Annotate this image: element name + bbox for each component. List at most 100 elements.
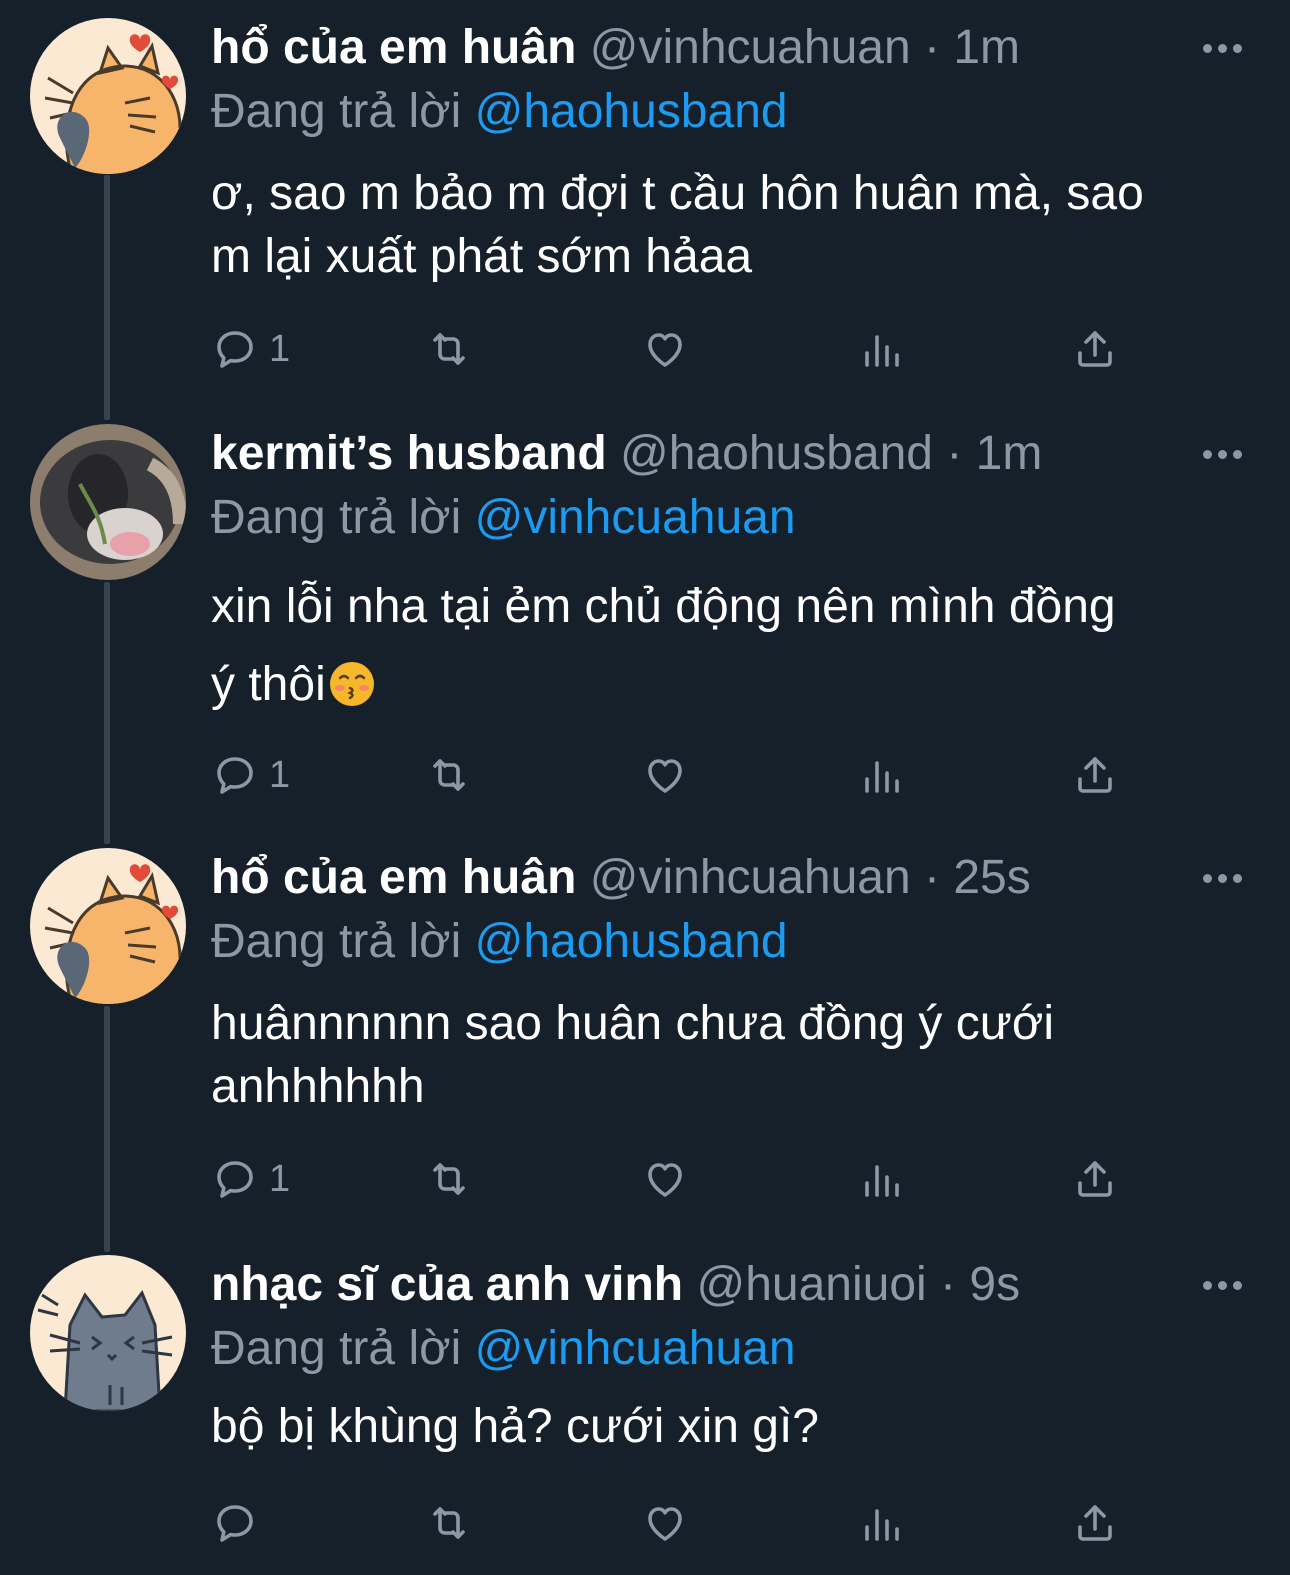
- timestamp[interactable]: 1m: [976, 427, 1043, 480]
- timestamp[interactable]: 9s: [969, 1258, 1020, 1311]
- tweet[interactable]: kermit’s husband @haohusband · 1m Đang t…: [0, 424, 1290, 814]
- tiger-cat-avatar-icon: [30, 848, 186, 1004]
- views-button[interactable]: [857, 1498, 905, 1548]
- action-bar: [211, 1498, 1131, 1548]
- reply-button[interactable]: [211, 1498, 269, 1548]
- reply-icon: [211, 325, 259, 373]
- reply-icon: [211, 751, 259, 799]
- tweet[interactable]: hổ của em huân @vinhcuahuan · 25s Đang t…: [0, 848, 1290, 1228]
- like-icon: [641, 325, 689, 373]
- reply-count: 1: [269, 327, 291, 370]
- display-name[interactable]: hổ của em huân: [211, 21, 576, 74]
- reply-icon: [211, 1155, 259, 1203]
- user-handle[interactable]: @vinhcuahuan: [590, 21, 911, 74]
- blurry-cat-photo-avatar-icon: [30, 424, 186, 580]
- tweet-text-line: huânnnnnn sao huân chưa đồng ý cưới: [211, 997, 1055, 1050]
- replying-to: Đang trả lời @vinhcuahuan: [211, 488, 796, 548]
- retweet-button[interactable]: [425, 324, 473, 374]
- replying-to-label: Đang trả lời: [211, 85, 462, 138]
- views-icon: [857, 751, 905, 799]
- like-button[interactable]: [641, 1154, 689, 1204]
- display-name[interactable]: nhạc sĩ của anh vinh: [211, 1258, 683, 1311]
- avatar[interactable]: [30, 1255, 186, 1411]
- retweet-icon: [425, 1155, 473, 1203]
- share-button[interactable]: [1071, 1154, 1119, 1204]
- like-button[interactable]: [641, 750, 689, 800]
- separator-dot: ·: [924, 851, 941, 904]
- share-icon: [1071, 325, 1119, 373]
- separator-dot: ·: [924, 21, 941, 74]
- replying-to-label: Đang trả lời: [211, 491, 462, 544]
- share-button[interactable]: [1071, 324, 1119, 374]
- more-icon[interactable]: [1202, 866, 1242, 890]
- more-icon[interactable]: [1202, 1273, 1242, 1297]
- replying-to: Đang trả lời @vinhcuahuan: [211, 1319, 796, 1379]
- more-icon[interactable]: [1202, 36, 1242, 60]
- mention-link[interactable]: @haohusband: [475, 915, 788, 968]
- user-handle[interactable]: @huaniuoi: [696, 1258, 926, 1311]
- tweet-text: huânnnnnn sao huân chưa đồng ý cưới anhh…: [211, 992, 1251, 1118]
- tweet-header: nhạc sĩ của anh vinh @huaniuoi · 9s: [211, 1255, 1020, 1315]
- display-name[interactable]: kermit’s husband: [211, 427, 607, 480]
- reply-count: 1: [269, 1157, 291, 1200]
- retweet-icon: [425, 325, 473, 373]
- retweet-button[interactable]: [425, 1498, 473, 1548]
- mention-link[interactable]: @vinhcuahuan: [475, 491, 796, 544]
- kissing-face-emoji-icon: [329, 662, 374, 706]
- replying-to-label: Đang trả lời: [211, 1322, 462, 1375]
- share-icon: [1071, 751, 1119, 799]
- share-icon: [1071, 1499, 1119, 1547]
- replying-to: Đang trả lời @haohusband: [211, 912, 788, 972]
- views-icon: [857, 1155, 905, 1203]
- like-icon: [641, 751, 689, 799]
- avatar[interactable]: [30, 424, 186, 580]
- tweet[interactable]: hổ của em huân @vinhcuahuan · 1m Đang tr…: [0, 18, 1290, 398]
- tweet[interactable]: nhạc sĩ của anh vinh @huaniuoi · 9s Đang…: [0, 1255, 1290, 1565]
- mention-link[interactable]: @vinhcuahuan: [475, 1322, 796, 1375]
- reply-button[interactable]: 1: [211, 1154, 290, 1204]
- more-icon[interactable]: [1202, 442, 1242, 466]
- views-button[interactable]: [857, 750, 905, 800]
- tweet-text-line: ơ, sao m bảo m đợi t cầu hôn huân mà, sa…: [211, 167, 1144, 220]
- views-icon: [857, 1499, 905, 1547]
- tweet-text: xin lỗi nha tại ẻm chủ động nên mình đồn…: [211, 568, 1251, 724]
- action-bar: 1: [211, 1154, 1131, 1204]
- retweet-icon: [425, 751, 473, 799]
- display-name[interactable]: hổ của em huân: [211, 851, 576, 904]
- like-icon: [641, 1499, 689, 1547]
- share-icon: [1071, 1155, 1119, 1203]
- views-button[interactable]: [857, 1154, 905, 1204]
- timestamp[interactable]: 1m: [953, 21, 1020, 74]
- views-button[interactable]: [857, 324, 905, 374]
- user-handle[interactable]: @haohusband: [620, 427, 933, 480]
- tweet-text-line: ý thôi: [211, 658, 326, 711]
- gray-cat-avatar-icon: [30, 1255, 186, 1411]
- retweet-icon: [425, 1499, 473, 1547]
- avatar[interactable]: [30, 848, 186, 1004]
- user-handle[interactable]: @vinhcuahuan: [590, 851, 911, 904]
- tweet-text-line: m lại xuất phát sớm hảaa: [211, 230, 753, 283]
- retweet-button[interactable]: [425, 750, 473, 800]
- replying-to: Đang trả lời @haohusband: [211, 82, 788, 142]
- share-button[interactable]: [1071, 750, 1119, 800]
- tweet-text-line: anhhhhhh: [211, 1060, 425, 1113]
- like-button[interactable]: [641, 1498, 689, 1548]
- reply-button[interactable]: 1: [211, 750, 290, 800]
- like-icon: [641, 1155, 689, 1203]
- reply-button[interactable]: 1: [211, 324, 290, 374]
- like-button[interactable]: [641, 324, 689, 374]
- tweet-text-line: bộ bị khùng hả? cưới xin gì?: [211, 1400, 819, 1453]
- avatar[interactable]: [30, 18, 186, 174]
- tweet-text-line-with-emoji: ý thôi: [211, 646, 1251, 724]
- tweet-text: bộ bị khùng hả? cưới xin gì?: [211, 1395, 1251, 1458]
- timestamp[interactable]: 25s: [953, 851, 1030, 904]
- reply-count: 1: [269, 753, 291, 796]
- tweet-text-line: xin lỗi nha tại ẻm chủ động nên mình đồn…: [211, 580, 1116, 633]
- separator-dot: ·: [940, 1258, 957, 1311]
- tweet-text: ơ, sao m bảo m đợi t cầu hôn huân mà, sa…: [211, 162, 1251, 288]
- mention-link[interactable]: @haohusband: [475, 85, 788, 138]
- separator-dot: ·: [946, 427, 963, 480]
- retweet-button[interactable]: [425, 1154, 473, 1204]
- tweet-header: hổ của em huân @vinhcuahuan · 25s: [211, 848, 1031, 908]
- share-button[interactable]: [1071, 1498, 1119, 1548]
